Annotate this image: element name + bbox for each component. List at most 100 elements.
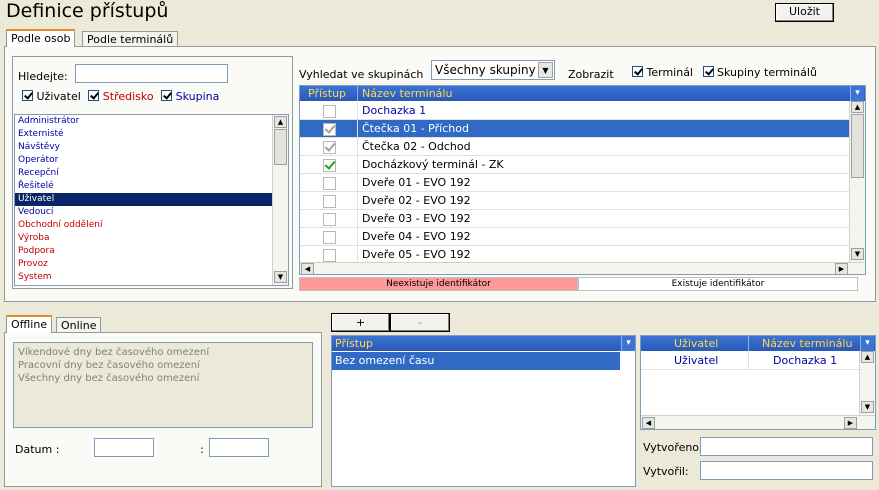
list-item[interactable]: Všechny dny bez časového omezení <box>18 372 209 385</box>
scroll-up-icon[interactable]: ▲ <box>274 116 287 128</box>
terminal-grid[interactable]: Přístup Název terminálu ▾ Dochazka 1 Čteč… <box>299 85 866 275</box>
list-item[interactable]: Operátor <box>15 154 273 167</box>
assignment-row[interactable]: Uživatel Dochazka 1 <box>641 352 875 370</box>
scroll-up-icon[interactable]: ▲ <box>861 351 874 363</box>
page-title: Definice přístupů <box>6 0 169 22</box>
terminal-grid-hscroll[interactable]: ◀ ▶ <box>300 262 865 274</box>
tab-online[interactable]: Online <box>56 317 102 333</box>
filter-user-checkbox[interactable] <box>22 90 33 101</box>
show-terminal-checkbox[interactable] <box>632 66 643 77</box>
terminal-name: Dveře 01 - EVO 192 <box>362 176 471 189</box>
scroll-left-icon[interactable]: ◀ <box>642 417 655 429</box>
people-list[interactable]: Administrátor Externisté Návštěvy Operátor R… <box>14 114 289 286</box>
access-row[interactable]: Bez omezení času <box>332 352 620 370</box>
filter-row: Uživatel Středisko Skupina <box>22 90 219 103</box>
table-row[interactable]: Dveře 04 - EVO 192 <box>300 228 849 246</box>
assignment-user: Uživatel <box>674 354 719 367</box>
terminal-grid-vscroll[interactable]: ▲ ▼ <box>849 101 865 262</box>
table-row[interactable]: Dochazka 1 <box>300 102 849 120</box>
tab-by-terminals[interactable]: Podle terminálů <box>82 31 179 47</box>
scroll-thumb[interactable] <box>851 114 864 178</box>
scroll-right-icon[interactable]: ▶ <box>844 417 857 429</box>
list-item[interactable]: System <box>15 271 273 284</box>
people-list-scrollbar[interactable]: ▲ ▼ <box>272 115 288 285</box>
tab-by-persons[interactable]: Podle osob <box>6 29 76 47</box>
show-terminal-groups-label: Skupiny terminálů <box>717 66 817 79</box>
access-checkbox[interactable] <box>323 213 336 226</box>
access-checkbox[interactable] <box>323 105 336 118</box>
header-terminal-name[interactable]: Název terminálu <box>762 336 852 351</box>
group-select[interactable]: Všechny skupiny ▼ <box>431 60 555 80</box>
group-select-value: Všechny skupiny <box>435 63 536 77</box>
list-item[interactable]: Návštěvy <box>15 141 273 154</box>
table-row[interactable]: Čtečka 01 - Příchod <box>300 120 849 138</box>
show-options: Terminál Skupiny terminálů <box>632 66 817 79</box>
list-item[interactable]: Obchodní oddělení <box>15 219 273 232</box>
scroll-down-icon[interactable]: ▼ <box>851 248 864 260</box>
assignment-terminal: Dochazka 1 <box>773 354 838 367</box>
header-access[interactable]: Přístup <box>308 86 346 101</box>
table-row[interactable]: Dveře 02 - EVO 192 <box>300 192 849 210</box>
add-access-button[interactable]: + <box>331 313 390 332</box>
assignment-grid[interactable]: Uživatel Název terminálu ▾ Uživatel Doch… <box>640 335 876 430</box>
schedule-list[interactable]: Víkendové dny bez časového omezení Pracov… <box>13 342 313 428</box>
scroll-down-icon[interactable]: ▼ <box>274 271 287 283</box>
tab-offline[interactable]: Offline <box>6 315 53 333</box>
list-item[interactable]: Externisté <box>15 128 273 141</box>
created-label: Vytvořeno: <box>643 441 703 454</box>
assignment-grid-vscroll[interactable]: ▲ ▼ <box>859 351 875 415</box>
scroll-down-icon[interactable]: ▼ <box>861 401 874 413</box>
show-terminal-label: Terminál <box>646 66 694 79</box>
scroll-right-icon[interactable]: ▶ <box>835 263 848 274</box>
scroll-thumb[interactable] <box>274 129 287 165</box>
access-checkbox[interactable] <box>323 159 336 172</box>
table-row[interactable]: Dveře 01 - EVO 192 <box>300 174 849 192</box>
scroll-left-icon[interactable]: ◀ <box>301 263 314 274</box>
column-divider <box>357 102 358 119</box>
list-item[interactable]: Pracovní dny bez časového omezení <box>18 359 209 372</box>
list-item[interactable]: Uživatel <box>15 193 273 206</box>
access-checkbox[interactable] <box>323 249 336 262</box>
list-item[interactable]: Podpora <box>15 245 273 258</box>
list-item[interactable]: Řešitelé <box>15 180 273 193</box>
header-terminal-name[interactable]: Název terminálu <box>362 86 452 101</box>
access-grid[interactable]: Přístup ▾ Bez omezení času <box>331 335 636 487</box>
access-checkbox[interactable] <box>323 123 336 136</box>
legend-existing-id: Existuje identifikátor <box>578 277 858 291</box>
filter-user-label: Uživatel <box>36 90 81 103</box>
access-checkbox[interactable] <box>323 231 336 244</box>
access-checkbox[interactable] <box>323 177 336 190</box>
column-menu-icon[interactable]: ▾ <box>850 86 864 101</box>
date-to-input[interactable] <box>209 438 269 457</box>
list-item[interactable]: Provoz <box>15 258 273 271</box>
column-menu-icon[interactable]: ▾ <box>860 336 874 351</box>
list-item[interactable]: Vedoucí <box>15 206 273 219</box>
access-checkbox[interactable] <box>323 141 336 154</box>
filter-group-checkbox[interactable] <box>161 90 173 101</box>
date-from-input[interactable] <box>94 438 154 457</box>
list-item[interactable]: Víkendové dny bez časového omezení <box>18 346 209 359</box>
table-row[interactable]: Dveře 03 - EVO 192 <box>300 210 849 228</box>
remove-access-button[interactable]: - <box>390 313 450 332</box>
header-user[interactable]: Uživatel <box>674 336 718 351</box>
search-input[interactable] <box>75 64 228 83</box>
assignment-grid-hscroll[interactable]: ◀ ▶ <box>641 415 875 429</box>
created-field[interactable] <box>700 437 873 456</box>
created-by-field[interactable] <box>700 461 873 480</box>
column-menu-icon[interactable]: ▾ <box>621 336 635 351</box>
save-button[interactable]: Uložit <box>775 3 834 22</box>
filter-center-checkbox[interactable] <box>88 90 100 101</box>
access-checkbox[interactable] <box>323 195 336 208</box>
table-row[interactable]: Docházkový terminál - ZK <box>300 156 849 174</box>
header-access[interactable]: Přístup <box>335 336 373 351</box>
list-item[interactable]: Recepční <box>15 167 273 180</box>
table-row[interactable]: Čtečka 02 - Odchod <box>300 138 849 156</box>
list-item[interactable]: Výroba <box>15 232 273 245</box>
search-label: Hledejte: <box>18 70 68 83</box>
group-search-label: Vyhledat ve skupinách <box>299 68 424 81</box>
scroll-up-icon[interactable]: ▲ <box>851 101 864 113</box>
list-item[interactable]: Administrátor <box>15 115 273 128</box>
chevron-down-icon[interactable]: ▼ <box>538 62 553 78</box>
access-grid-header: Přístup ▾ <box>332 336 635 351</box>
show-terminal-groups-checkbox[interactable] <box>702 66 714 77</box>
